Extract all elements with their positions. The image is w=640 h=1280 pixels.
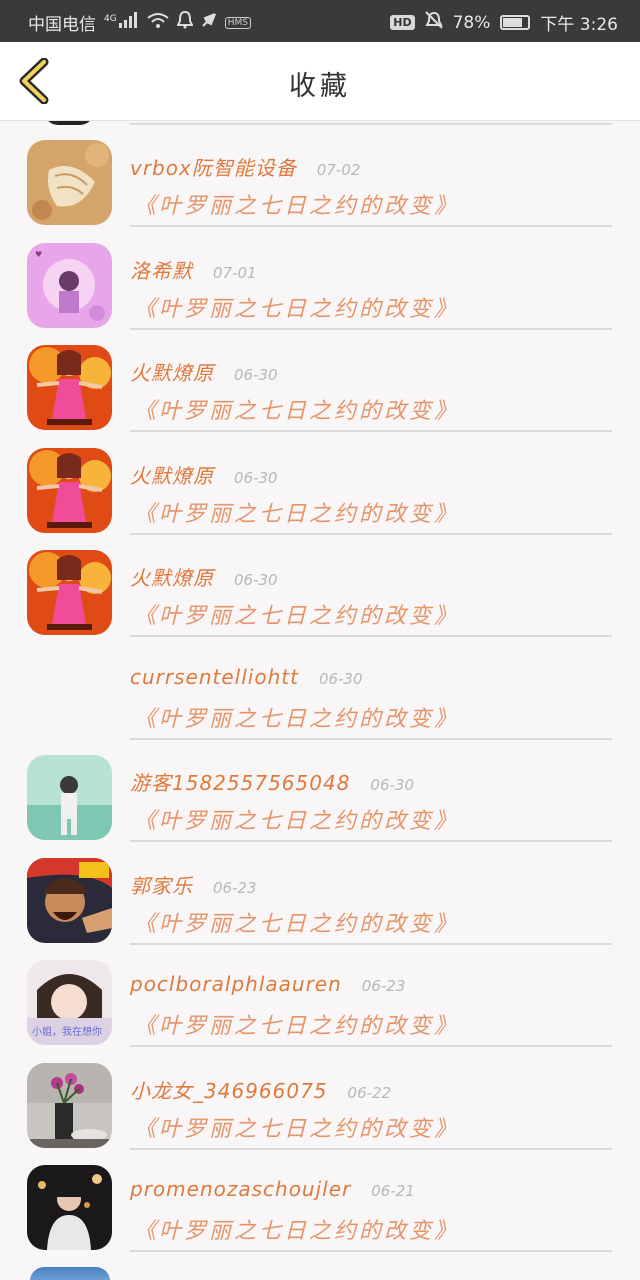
- favorites-list[interactable]: vrbox阮智能设备 07-02 《叶罗丽之七日之约的改变》 ♥ 洛希默 07-01 《叶罗…: [0, 121, 640, 1280]
- avatar[interactable]: [27, 755, 112, 840]
- list-item[interactable]: promenozaschoujler 06-21 《叶罗丽之七日之约的改变》: [0, 1165, 640, 1271]
- clock: 下午 3:26: [540, 15, 618, 35]
- avatar: [44, 121, 94, 125]
- avatar[interactable]: ♥: [27, 242, 112, 328]
- rocket-icon: [201, 12, 217, 33]
- story-title-link[interactable]: 《叶罗丽之七日之约的改变》: [134, 906, 459, 938]
- list-item[interactable]: 火默燎原 06-30 《叶罗丽之七日之约的改变》: [0, 550, 640, 656]
- story-title-link[interactable]: 《叶罗丽之七日之约的改变》: [134, 1008, 459, 1040]
- story-title-link[interactable]: 《叶罗丽之七日之约的改变》: [134, 188, 459, 220]
- divider: [130, 121, 612, 125]
- divider: [130, 942, 612, 945]
- date-label: 06-21: [371, 1182, 415, 1200]
- avatar[interactable]: 小姐，我在想你: [27, 960, 112, 1045]
- story-title-link[interactable]: 《叶罗丽之七日之约的改变》: [134, 393, 459, 425]
- story-title-link[interactable]: 《叶罗丽之七日之约的改变》: [134, 598, 459, 630]
- user-name[interactable]: currsentelliohtt: [130, 665, 299, 689]
- divider: [130, 532, 612, 535]
- mute-bell-icon: [424, 11, 443, 34]
- story-title-link[interactable]: 《叶罗丽之七日之约的改变》: [134, 291, 459, 323]
- list-item[interactable]: 火默燎原 06-30 《叶罗丽之七日之约的改变》: [0, 447, 640, 554]
- date-label: 06-30: [234, 366, 278, 384]
- avatar[interactable]: [27, 140, 112, 225]
- divider: [130, 1147, 612, 1150]
- date-label: 07-02: [316, 161, 361, 179]
- avatar[interactable]: [27, 653, 112, 738]
- user-name[interactable]: promenozaschoujler: [130, 1177, 351, 1201]
- divider: [130, 840, 612, 842]
- date-label: 06-30: [234, 571, 278, 589]
- story-title-link[interactable]: 《叶罗丽之七日之约的改变》: [134, 701, 459, 733]
- avatar[interactable]: [27, 1165, 112, 1250]
- story-title-link[interactable]: 《叶罗丽之七日之约的改变》: [134, 1213, 459, 1245]
- avatar[interactable]: [27, 1062, 112, 1148]
- wifi-icon: [147, 12, 169, 33]
- divider: [130, 1250, 612, 1252]
- date-label: 07-01: [213, 263, 257, 282]
- battery-icon: [500, 15, 531, 30]
- network-type: 4G: [104, 13, 117, 24]
- signal-icon: [118, 12, 139, 33]
- avatar[interactable]: [27, 857, 112, 943]
- list-item[interactable]: vrbox阮智能设备 07-02 《叶罗丽之七日之约的改变》: [0, 140, 640, 246]
- date-label: 06-23: [361, 977, 406, 995]
- story-title-link[interactable]: 《叶罗丽之七日之约的改变》: [134, 1111, 459, 1143]
- story-title-link[interactable]: 《叶罗丽之七日之约的改变》: [134, 803, 459, 835]
- hms-badge: HMS: [224, 16, 251, 29]
- user-name[interactable]: 小龙女_346966075: [130, 1075, 328, 1104]
- list-item[interactable]: ♥ 洛希默 07-01 《叶罗丽之七日之约的改变》: [0, 242, 640, 349]
- user-name[interactable]: 郭家乐: [130, 870, 193, 899]
- divider: [130, 635, 612, 637]
- user-name[interactable]: 火默燎原: [130, 562, 214, 591]
- avatar: [30, 1267, 110, 1280]
- user-name[interactable]: 火默燎原: [130, 460, 214, 489]
- list-item[interactable]: 游客1582557565048 06-30 《叶罗丽之七日之约的改变》: [0, 755, 640, 861]
- page-title: 收藏: [289, 71, 351, 102]
- divider: [130, 737, 612, 740]
- carrier-label: 中国电信: [28, 15, 96, 35]
- list-item[interactable]: 火默燎原 06-30 《叶罗丽之七日之约的改变》: [0, 345, 640, 451]
- user-name[interactable]: vrbox阮智能设备: [130, 152, 297, 181]
- app-header: 收藏: [0, 42, 640, 121]
- date-label: 06-30: [370, 776, 415, 794]
- user-name[interactable]: 火默燎原: [130, 357, 214, 386]
- svg-text:♥: ♥: [35, 250, 42, 259]
- date-label: 06-30: [318, 669, 363, 688]
- user-name[interactable]: 洛希默: [130, 255, 193, 284]
- divider: [130, 225, 612, 227]
- battery-percent: 78%: [452, 12, 491, 33]
- user-name[interactable]: 游客1582557565048: [130, 767, 350, 796]
- date-label: 06-22: [347, 1083, 392, 1102]
- date-label: 06-23: [213, 878, 257, 897]
- svg-text:小姐，我在想你: 小姐，我在想你: [32, 1025, 102, 1038]
- avatar[interactable]: [27, 345, 112, 430]
- list-item[interactable]: 小龙女_346966075 06-22 《叶罗丽之七日之约的改变》: [0, 1062, 640, 1169]
- status-bar: 中国电信 4G HMS HD 78% 下午 3:26: [0, 0, 640, 42]
- user-name[interactable]: poclboralphlaauren: [130, 972, 342, 996]
- notification-bell-icon: [176, 10, 194, 34]
- hd-badge: HD: [390, 15, 415, 30]
- divider: [130, 327, 612, 330]
- list-item[interactable]: 郭家乐 06-23 《叶罗丽之七日之约的改变》: [0, 857, 640, 964]
- divider: [130, 430, 612, 432]
- story-title-link[interactable]: 《叶罗丽之七日之约的改变》: [134, 496, 459, 528]
- avatar[interactable]: [27, 550, 112, 635]
- divider: [130, 1045, 612, 1047]
- list-item[interactable]: 小姐，我在想你 poclboralphlaauren 06-23 《叶罗丽之七日之约的…: [0, 960, 640, 1066]
- list-item[interactable]: currsentelliohtt 06-30 《叶罗丽之七日之约的改变》: [0, 657, 640, 759]
- date-label: 06-30: [234, 468, 278, 487]
- avatar[interactable]: [27, 447, 112, 533]
